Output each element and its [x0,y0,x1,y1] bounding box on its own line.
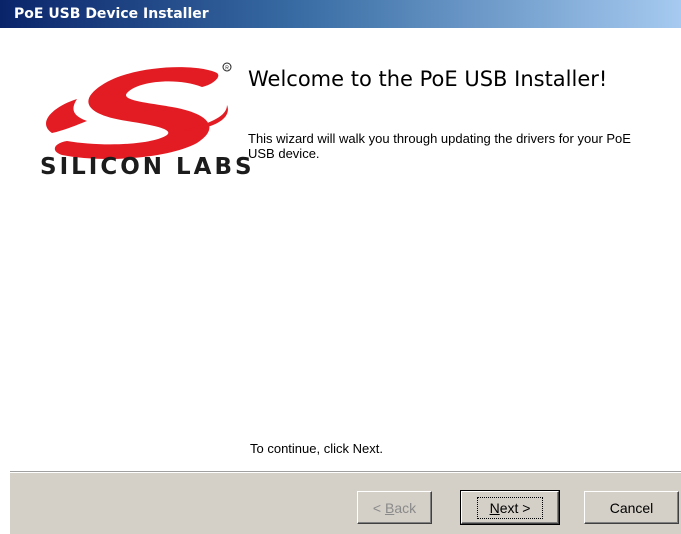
left-margin [0,28,10,534]
logo-wordmark: SILICON LABS [40,154,255,180]
title-bar[interactable]: PoE USB Device Installer [0,0,681,28]
wizard-footer: < Back Next > Cancel [10,473,681,534]
next-button-label: Next > [476,496,544,519]
next-button[interactable]: Next > [460,490,560,525]
window-title: PoE USB Device Installer [14,6,209,22]
cancel-button[interactable]: Cancel [584,491,679,524]
welcome-description: This wizard will walk you through updati… [248,131,631,161]
svg-text:R: R [225,66,229,72]
welcome-heading: Welcome to the PoE USB Installer! [248,67,608,91]
cancel-button-label: Cancel [609,499,654,516]
back-button[interactable]: < Back [357,491,432,524]
back-button-label: < Back [372,499,417,516]
wizard-content: R SILICON LABS Welcome to the PoE USB In… [10,30,681,470]
continue-instruction: To continue, click Next. [250,441,383,456]
